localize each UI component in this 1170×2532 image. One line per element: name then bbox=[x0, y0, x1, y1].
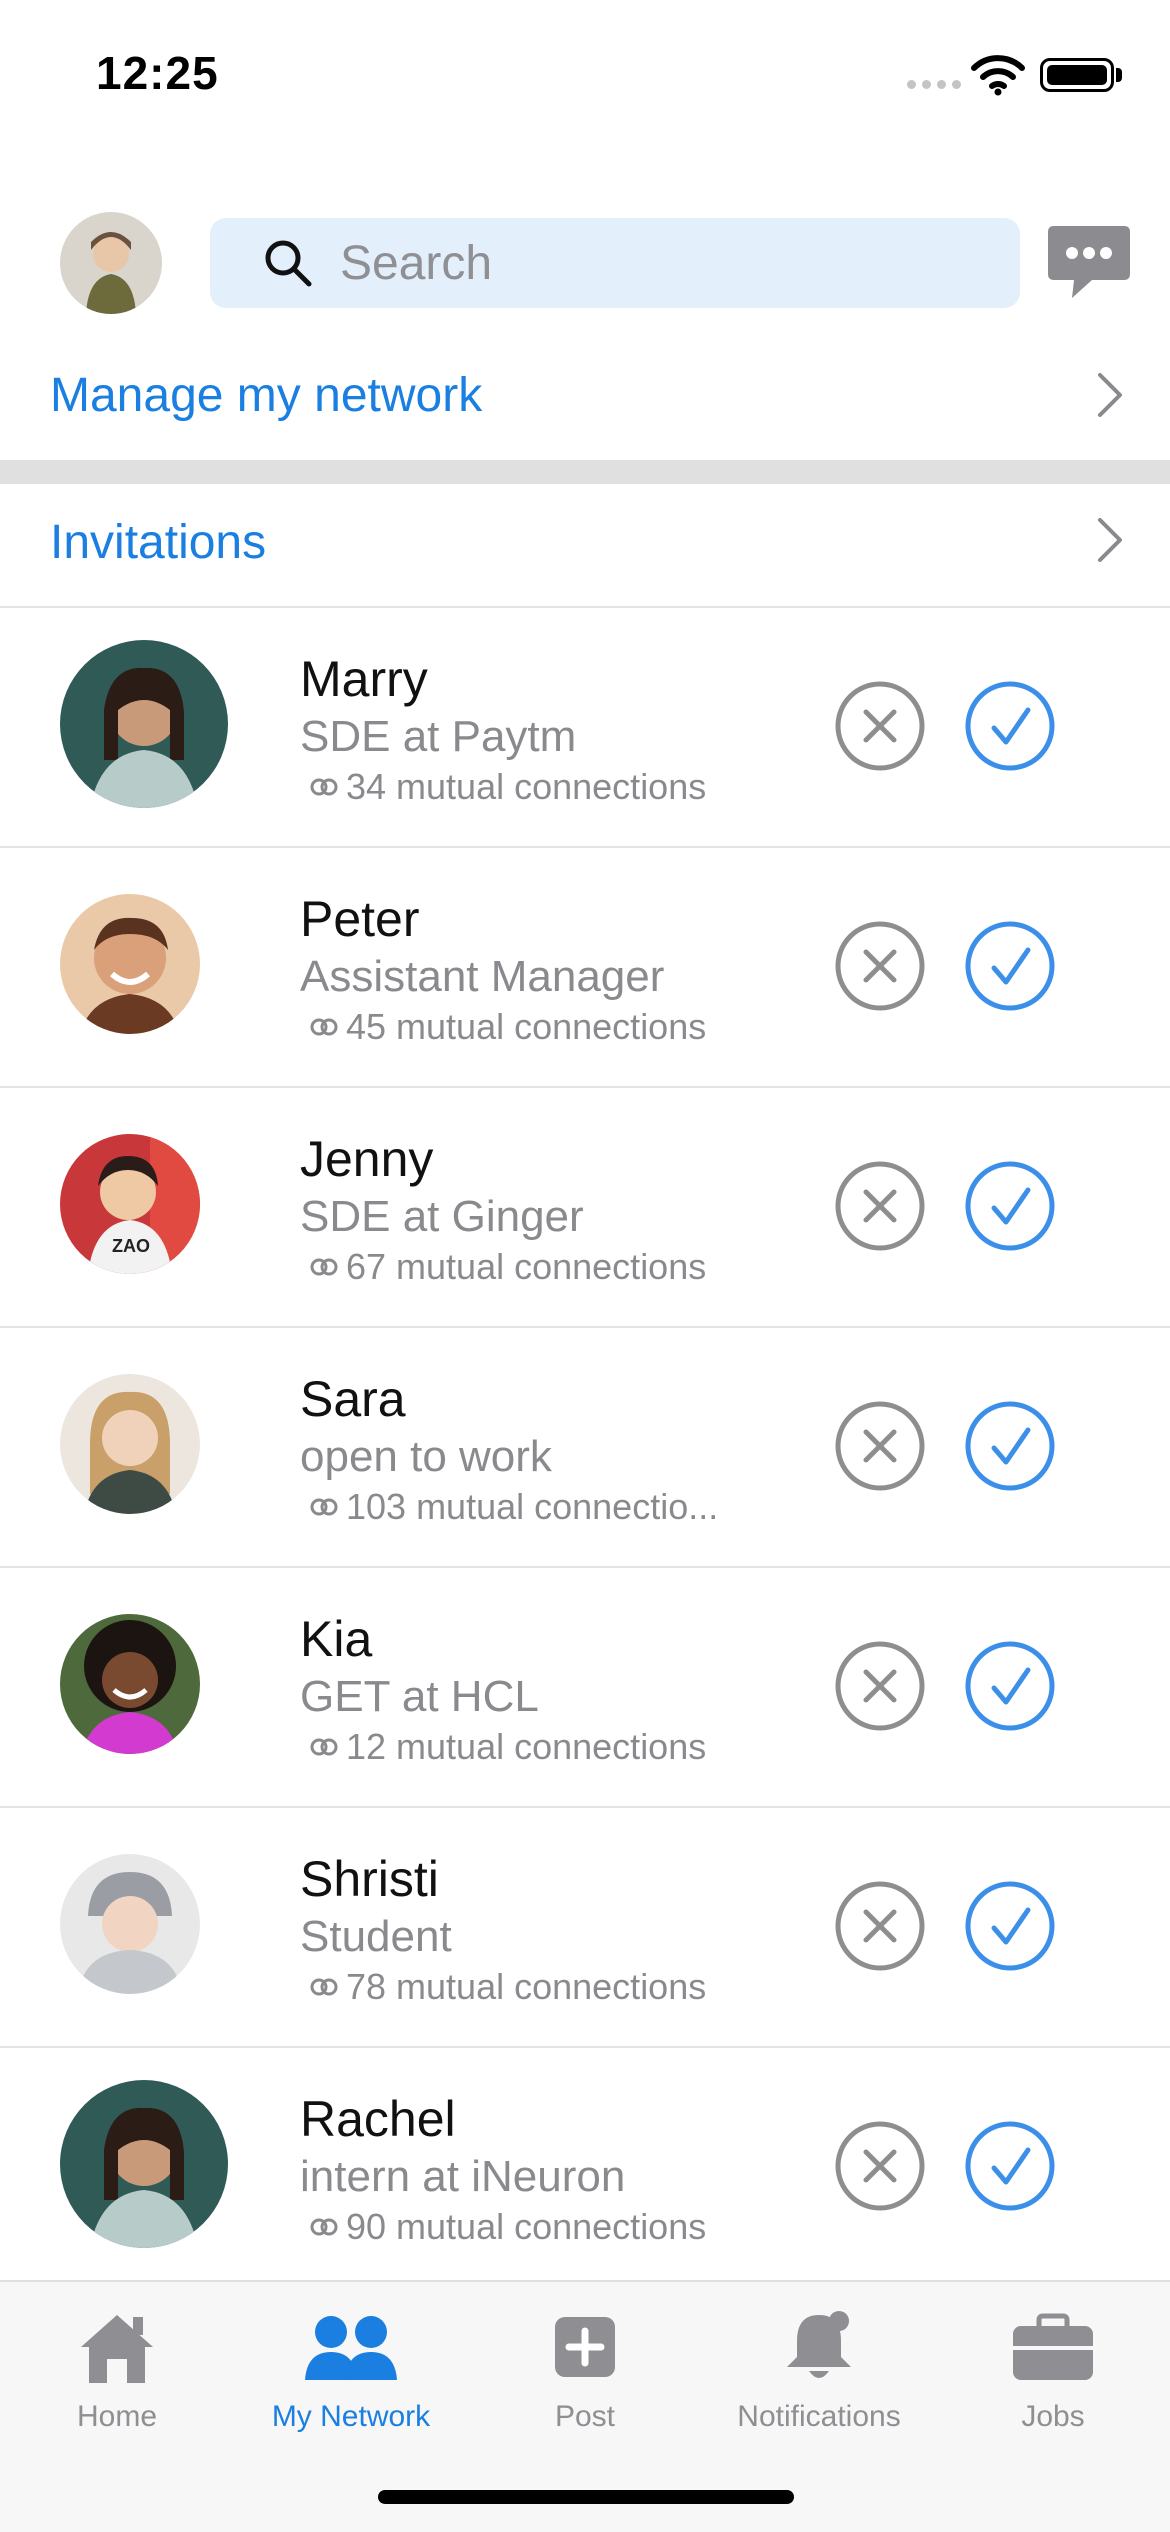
decline-button[interactable] bbox=[834, 2120, 926, 2212]
mutual-connections: 67 mutual connections bbox=[310, 1246, 750, 1288]
chevron-right-icon bbox=[1098, 373, 1122, 417]
search-input[interactable] bbox=[340, 235, 940, 291]
mutual-connections-text: 45 mutual connections bbox=[346, 1006, 707, 1047]
invitation-headline: GET at HCL bbox=[300, 1672, 539, 1721]
mutual-connections-text: 67 mutual connections bbox=[346, 1246, 707, 1287]
tab-home[interactable]: Home bbox=[0, 2302, 234, 2434]
invitation-headline: SDE at Paytm bbox=[300, 712, 577, 761]
invitation-headline: Student bbox=[300, 1912, 452, 1961]
plus-square-icon bbox=[555, 2317, 615, 2377]
mutual-connections-text: 90 mutual connections bbox=[346, 2206, 707, 2247]
tab-notifications[interactable]: Notifications bbox=[702, 2302, 936, 2434]
tab-label: Notifications bbox=[737, 2400, 901, 2433]
search-bar[interactable] bbox=[210, 218, 1020, 308]
avatar[interactable]: ZAO bbox=[60, 1134, 200, 1274]
mutual-connections-text: 78 mutual connections bbox=[346, 1966, 707, 2007]
avatar[interactable] bbox=[60, 2080, 228, 2248]
invitation-row-jenny: ZAO Jenny SDE at Ginger 67 mutual connec… bbox=[0, 1088, 1170, 1328]
decline-button[interactable] bbox=[834, 1400, 926, 1492]
invitation-name: Sara bbox=[300, 1371, 406, 1427]
avatar[interactable] bbox=[60, 1614, 200, 1754]
mutual-connections-icon bbox=[310, 1978, 338, 1996]
invitation-name: Kia bbox=[300, 1611, 373, 1667]
mutual-connections-icon bbox=[310, 1258, 338, 1276]
invitation-headline: Assistant Manager bbox=[300, 952, 665, 1001]
invitation-row-peter: Peter Assistant Manager 45 mutual connec… bbox=[0, 848, 1170, 1088]
accept-button[interactable] bbox=[964, 1160, 1056, 1252]
cellular-signal-icon bbox=[907, 80, 961, 89]
decline-button[interactable] bbox=[834, 1880, 926, 1972]
battery-tip bbox=[1116, 68, 1122, 82]
mutual-connections-text: 103 mutual connectio... bbox=[346, 1486, 719, 1527]
tab-label: Post bbox=[554, 2400, 616, 2433]
avatar[interactable] bbox=[60, 894, 200, 1034]
accept-button[interactable] bbox=[964, 1640, 1056, 1732]
battery-icon bbox=[1040, 58, 1114, 92]
briefcase-icon bbox=[1013, 2313, 1093, 2380]
invitation-name: Marry bbox=[300, 651, 428, 707]
decline-button[interactable] bbox=[834, 1640, 926, 1732]
invitations-link[interactable]: Invitations bbox=[0, 480, 1170, 604]
bell-icon bbox=[787, 2311, 851, 2378]
mutual-connections: 103 mutual connectio... bbox=[310, 1486, 750, 1528]
invitation-row-sara: Sara open to work 103 mutual connectio..… bbox=[0, 1328, 1170, 1568]
invitation-row-shristi: Shristi Student 78 mutual connections bbox=[0, 1808, 1170, 2048]
tab-label: Jobs bbox=[1021, 2400, 1085, 2433]
messages-icon[interactable] bbox=[1046, 224, 1132, 304]
people-icon bbox=[305, 2316, 397, 2380]
mutual-connections-icon bbox=[310, 1498, 338, 1516]
manage-network-link[interactable]: Manage my network bbox=[0, 335, 1170, 455]
invitation-headline: open to work bbox=[300, 1432, 552, 1481]
decline-button[interactable] bbox=[834, 680, 926, 772]
profile-avatar[interactable] bbox=[60, 212, 162, 314]
mutual-connections-text: 34 mutual connections bbox=[346, 766, 707, 807]
invitation-name: Shristi bbox=[300, 1851, 439, 1907]
mutual-connections-icon bbox=[310, 1738, 338, 1756]
accept-button[interactable] bbox=[964, 2120, 1056, 2212]
avatar[interactable] bbox=[60, 640, 228, 808]
mutual-connections-icon bbox=[310, 778, 338, 796]
invitation-name: Jenny bbox=[300, 1131, 434, 1187]
tab-my-network[interactable]: My Network bbox=[234, 2302, 468, 2434]
accept-button[interactable] bbox=[964, 920, 1056, 1012]
invitation-list: Marry SDE at Paytm 34 mutual connections… bbox=[0, 608, 1170, 2288]
invitation-row-kia: Kia GET at HCL 12 mutual connections bbox=[0, 1568, 1170, 1808]
mutual-connections: 34 mutual connections bbox=[310, 766, 750, 808]
decline-button[interactable] bbox=[834, 920, 926, 1012]
tab-label: My Network bbox=[271, 2400, 431, 2433]
accept-button[interactable] bbox=[964, 1400, 1056, 1492]
tab-post[interactable]: Post bbox=[468, 2302, 702, 2434]
tab-label: Home bbox=[76, 2400, 158, 2433]
svg-text:ZAO: ZAO bbox=[112, 1236, 150, 1256]
search-icon bbox=[265, 240, 312, 287]
tab-jobs[interactable]: Jobs bbox=[936, 2302, 1170, 2434]
status-bar: 12:25 bbox=[0, 0, 1170, 150]
invitations-label: Invitations bbox=[50, 515, 267, 569]
decline-button[interactable] bbox=[834, 1160, 926, 1252]
home-icon bbox=[81, 2315, 153, 2383]
wifi-icon bbox=[971, 55, 1025, 96]
avatar[interactable] bbox=[60, 1854, 200, 1994]
mutual-connections-icon bbox=[310, 1018, 338, 1036]
invitation-headline: intern at iNeuron bbox=[300, 2152, 626, 2201]
mutual-connections: 12 mutual connections bbox=[310, 1726, 750, 1768]
manage-network-label: Manage my network bbox=[50, 368, 483, 422]
invitation-row-marry: Marry SDE at Paytm 34 mutual connections bbox=[0, 608, 1170, 848]
mutual-connections: 45 mutual connections bbox=[310, 1006, 750, 1048]
invitation-headline: SDE at Ginger bbox=[300, 1192, 584, 1241]
mutual-connections-icon bbox=[310, 2218, 338, 2236]
accept-button[interactable] bbox=[964, 680, 1056, 772]
mutual-connections-text: 12 mutual connections bbox=[346, 1726, 707, 1767]
mutual-connections: 90 mutual connections bbox=[310, 2206, 750, 2248]
invitation-name: Rachel bbox=[300, 2091, 456, 2147]
invitation-row-rachel: Rachel intern at iNeuron 90 mutual conne… bbox=[0, 2048, 1170, 2288]
accept-button[interactable] bbox=[964, 1880, 1056, 1972]
home-indicator bbox=[378, 2490, 794, 2504]
chevron-right-icon bbox=[1098, 518, 1122, 562]
status-time: 12:25 bbox=[96, 47, 219, 99]
invitation-name: Peter bbox=[300, 891, 420, 947]
avatar[interactable] bbox=[60, 1374, 200, 1514]
mutual-connections: 78 mutual connections bbox=[310, 1966, 750, 2008]
